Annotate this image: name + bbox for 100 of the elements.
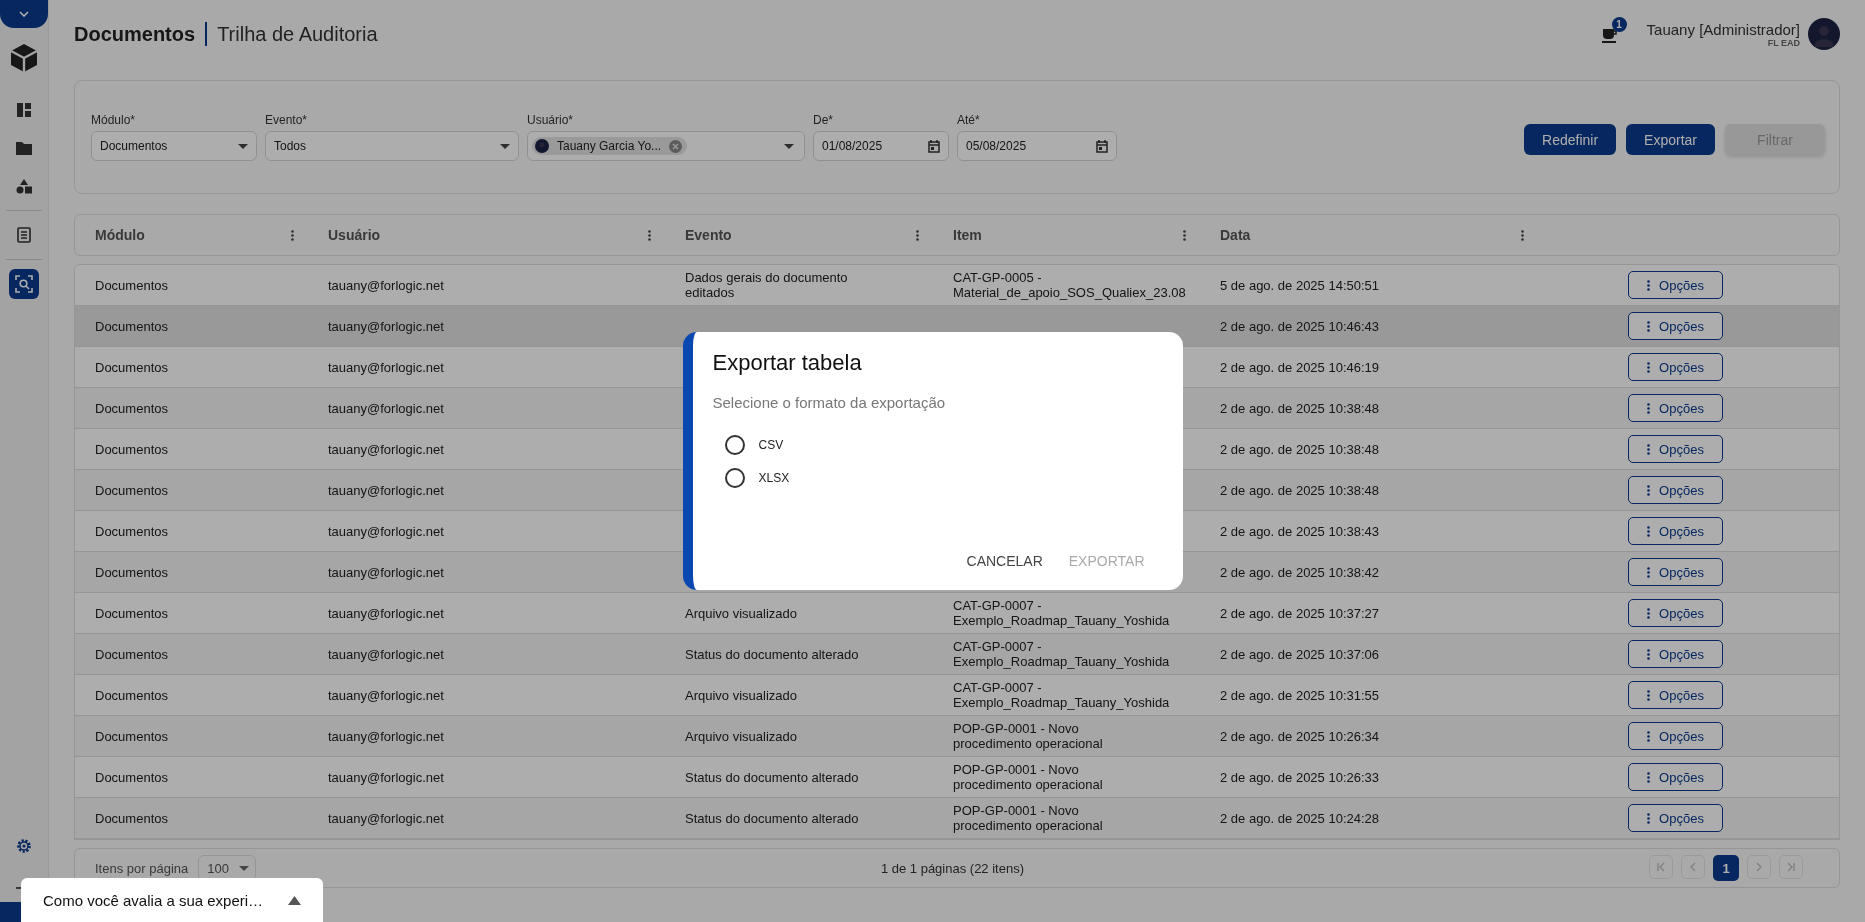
select-field[interactable]: Documentos [91,131,257,161]
table-cell-text: tauany@forlogic.net [327,482,445,498]
feedback-bar[interactable]: Como você avalia a sua experi… [21,878,323,922]
page-button[interactable]: 1 [1713,855,1739,881]
table-cell-text: 2 de ago. de 2025 10:26:33 [1219,769,1381,785]
field-label: Módulo* [91,113,137,127]
options-button[interactable]: Opções [1628,394,1723,422]
field-label: Usuário* [527,113,575,127]
dashboard-icon[interactable] [16,102,32,118]
options-button[interactable]: Opções [1628,271,1723,299]
calendar-icon[interactable] [1096,139,1108,153]
column-menu-icon[interactable] [291,229,294,241]
field-label: De* [813,113,834,127]
dialog-subtitle: Selecione o formato da exportação [712,394,947,411]
audit-search-icon[interactable] [15,275,33,293]
options-button[interactable]: Opções [1628,435,1723,463]
table-cell-text: CAT-GP-0005 - Material_de_apoio_SOS_Qualiex_23.08 [952,270,1187,300]
more-icon [1647,525,1651,537]
options-button[interactable]: Opções [1628,353,1723,381]
table-cell-text: Status do documento alterado [684,810,860,826]
user-avatar[interactable] [1808,18,1840,50]
expand-up-icon[interactable] [288,895,301,905]
cube-logo-icon [9,43,39,73]
more-icon [1647,320,1651,332]
radio-label[interactable]: XLSX [758,471,790,485]
per-page-label: Itens por página [95,860,189,876]
table-cell-text: Documentos [94,769,169,785]
options-button[interactable]: Opções [1628,804,1723,832]
more-icon [1647,771,1651,783]
column-menu-icon[interactable] [916,229,919,241]
more-icon [1647,443,1651,455]
table-cell-text: 2 de ago. de 2025 10:38:48 [1219,482,1381,498]
column-menu-icon[interactable] [1183,229,1186,241]
options-button[interactable]: Opções [1628,476,1723,504]
shapes-icon[interactable] [16,178,32,194]
folder-icon[interactable] [16,141,32,155]
table-cell-text: Documentos [94,318,169,334]
table-cell-text: Status do documento alterado [684,769,860,785]
table-cell-text: Status do documento alterado [684,646,860,662]
options-button[interactable]: Opções [1628,599,1723,627]
next-chevron-icon [1754,862,1764,872]
export-button[interactable]: Exportar [1626,124,1715,155]
table-cell-text: Arquivo visualizado [684,728,798,744]
table-cell-text: tauany@forlogic.net [327,769,445,785]
table-cell-text: tauany@forlogic.net [327,523,445,539]
table-cell-text: 2 de ago. de 2025 10:37:27 [1219,605,1381,621]
select-field[interactable]: Todos [265,131,519,161]
table-cell-text: POP-GP-0001 - Novo procedimento operacional [952,762,1104,792]
table-cell-text: Documentos [94,646,169,662]
table-cell-text: Documentos [94,810,169,826]
options-button[interactable]: Opções [1628,517,1723,545]
user-avatar [535,139,549,153]
options-button[interactable]: Opções [1628,558,1723,586]
column-header: Usuário [328,227,381,243]
chevron-down-icon [19,11,29,17]
expand-button[interactable] [0,0,48,28]
last-chevron-icon [1786,862,1796,872]
table-cell-text: 2 de ago. de 2025 10:38:42 [1219,564,1381,580]
table-cell-text: tauany@forlogic.net [327,277,445,293]
calendar-icon[interactable] [928,139,940,153]
table-cell-text: Documentos [94,728,169,744]
more-icon [1647,484,1651,496]
module-title: Documentos [74,22,196,46]
table-cell-text: tauany@forlogic.net [327,646,445,662]
dialog-title: Exportar tabela [712,350,863,376]
more-icon [1647,689,1651,701]
date-field[interactable]: 01/08/2025 [813,131,949,161]
sidebar-item[interactable] [9,269,39,299]
date-field[interactable]: 05/08/2025 [957,131,1117,161]
dropdown-arrow-icon [238,143,248,149]
options-button[interactable]: Opções [1628,312,1723,340]
cancel-button[interactable]: CANCELAR [958,547,1051,575]
more-icon [1647,812,1651,824]
column-header: Item [953,227,982,243]
user-select-field[interactable]: Tauany Garcia Yo... [527,131,805,161]
table-cell-text: tauany@forlogic.net [327,318,445,334]
radio-button[interactable] [724,468,745,488]
options-button[interactable]: Opções [1628,722,1723,750]
feedback-prompt: Como você avalia a sua experi… [43,891,264,909]
table-cell-text: 2 de ago. de 2025 10:46:19 [1219,359,1381,375]
reset-button[interactable]: Redefinir [1524,124,1617,155]
options-button[interactable]: Opções [1628,640,1723,668]
table-cell-text: CAT-GP-0007 - Exemplo_Roadmap_Tauany_Yoshida [952,598,1171,628]
column-menu-icon[interactable] [1521,229,1524,241]
column-menu-icon[interactable] [648,229,651,241]
table-cell-text: POP-GP-0001 - Novo procedimento operacional [952,721,1104,751]
radio-label[interactable]: CSV [758,438,784,452]
dropdown-arrow-icon [784,143,794,149]
radio-button[interactable] [724,435,745,455]
dropdown-arrow-icon [238,865,249,871]
settings-icon[interactable] [16,838,32,854]
table-cell-text: Dados gerais do documento editados [684,270,849,300]
table-cell-text: Documentos [94,523,169,539]
document-icon[interactable] [17,227,31,243]
options-button[interactable]: Opções [1628,681,1723,709]
table-cell-text: 2 de ago. de 2025 10:46:43 [1219,318,1381,334]
table-cell-text: tauany@forlogic.net [327,687,445,703]
field-label: Evento* [265,113,309,127]
column-header: Evento [685,227,732,243]
options-button[interactable]: Opções [1628,763,1723,791]
